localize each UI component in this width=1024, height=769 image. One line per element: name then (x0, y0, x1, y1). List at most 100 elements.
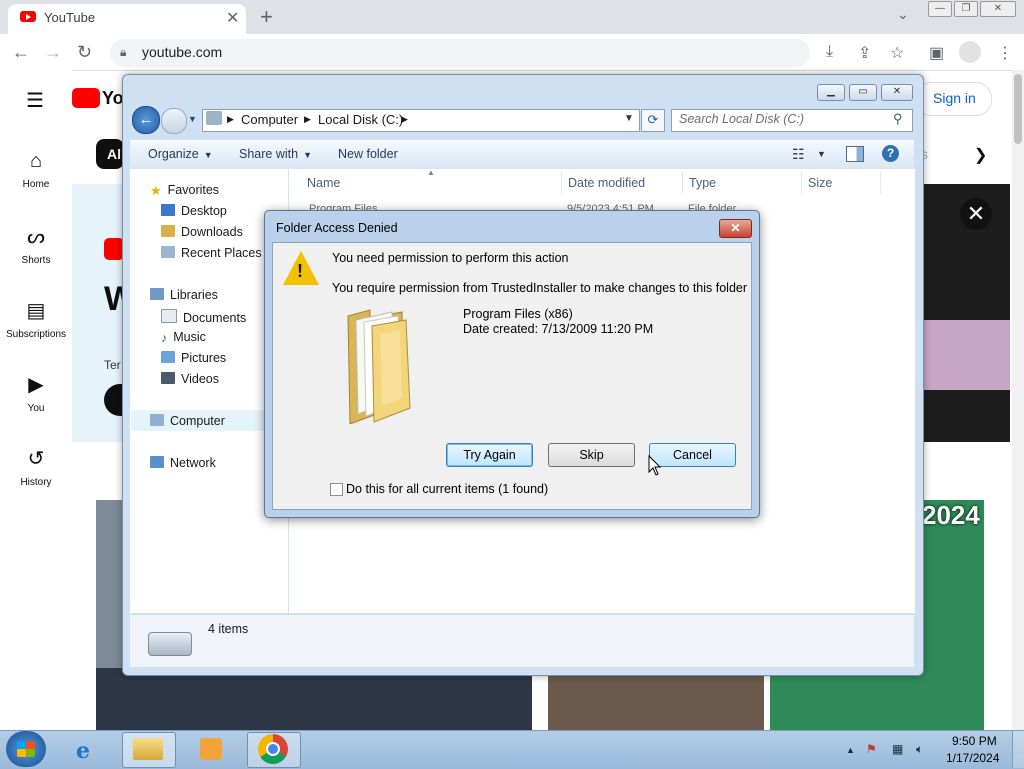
forward-arrow-icon[interactable]: → (44, 42, 62, 63)
nav-network[interactable]: Network (150, 456, 216, 470)
breadcrumb-separator-icon[interactable]: ▶ (401, 114, 408, 125)
video-thumbnail-bottom[interactable] (96, 668, 532, 730)
help-icon[interactable]: ? (882, 145, 899, 162)
explorer-back-icon[interactable]: ← (132, 106, 160, 134)
reload-icon[interactable]: ↻ (77, 42, 92, 63)
refresh-icon[interactable]: ⟳ (641, 109, 665, 132)
browser-close-icon[interactable]: ✕ (980, 1, 1016, 17)
hamburger-menu-icon[interactable]: ☰ (26, 88, 44, 113)
profile-avatar-icon[interactable] (959, 41, 981, 63)
column-header-size[interactable]: Size (808, 176, 832, 190)
nav-recent-places[interactable]: Recent Places (161, 246, 262, 260)
change-view-icon[interactable]: ☷ (792, 146, 805, 163)
search-icon[interactable]: ⚲ (893, 111, 903, 127)
item-date-created: Date created: 7/13/2009 11:20 PM (463, 322, 654, 336)
install-app-icon[interactable]: ⤓ (826, 43, 833, 61)
chip-all-label: Al (107, 146, 121, 162)
nav-pictures[interactable]: Pictures (161, 351, 226, 365)
column-divider[interactable] (801, 172, 802, 194)
tab-search-icon[interactable]: ⌄ (897, 6, 909, 23)
column-divider[interactable] (682, 172, 683, 194)
nav-desktop[interactable]: Desktop (161, 204, 227, 218)
apply-to-all-checkbox[interactable] (330, 483, 343, 496)
nav-downloads[interactable]: Downloads (161, 225, 243, 239)
page-scrollbar[interactable] (1012, 70, 1024, 730)
desktop-icon (161, 204, 175, 216)
close-ad-icon[interactable]: ✕ (960, 198, 992, 230)
network-icon (150, 456, 164, 468)
nav-music[interactable]: ♪ Music (161, 330, 206, 345)
action-center-icon[interactable]: ⚑ (866, 742, 877, 756)
column-header-type[interactable]: Type (689, 176, 716, 190)
share-icon[interactable]: ⇪ (858, 43, 871, 63)
clock-time[interactable]: 9:50 PM (952, 734, 997, 748)
try-again-button[interactable]: Try Again (446, 443, 533, 467)
browser-minimize-icon[interactable]: — (928, 1, 952, 17)
music-icon: ♪ (161, 331, 168, 345)
bookmark-star-icon[interactable]: ☆ (890, 43, 904, 63)
site-info-icon[interactable]: 🔒︎ (120, 45, 126, 60)
view-dropdown-icon[interactable]: ▼ (817, 149, 826, 159)
sidebar-item-subscriptions[interactable]: ▤ Subscriptions (0, 298, 72, 340)
computer-icon (150, 414, 164, 426)
chips-next-icon[interactable]: ❯ (974, 145, 987, 165)
column-divider[interactable] (561, 172, 562, 194)
documents-icon (161, 309, 177, 323)
sidebar-item-shorts[interactable]: ᔕ Shorts (0, 224, 72, 266)
breadcrumb-separator-icon[interactable]: ▶ (227, 114, 234, 125)
new-tab-button[interactable]: + (260, 4, 273, 30)
network-tray-icon[interactable]: ▦ (892, 742, 903, 756)
youtube-logo-text: Yo (102, 88, 124, 108)
sidebar-item-history[interactable]: ↺ History (0, 446, 72, 488)
show-hidden-icons-icon[interactable]: ▲ (846, 745, 855, 755)
back-arrow-icon[interactable]: ← (12, 42, 30, 63)
nav-libraries[interactable]: Libraries (150, 288, 218, 302)
address-dropdown-icon[interactable]: ▼ (624, 113, 634, 124)
share-with-menu[interactable]: Share with ▼ (239, 147, 312, 161)
tab-close-icon[interactable]: ✕ (226, 8, 239, 28)
sidebar-item-you[interactable]: ▶ You (0, 372, 72, 414)
show-desktop-button[interactable] (1012, 731, 1024, 768)
nav-videos[interactable]: Videos (161, 372, 219, 386)
recent-pages-dropdown-icon[interactable]: ▼ (188, 114, 197, 124)
explorer-maximize-icon[interactable]: ▭ (849, 84, 877, 101)
video-thumbnail-food[interactable] (548, 672, 764, 730)
page-scrollbar-thumb[interactable] (1014, 74, 1022, 144)
banner-youtube-icon (104, 238, 124, 260)
sidebar-item-home[interactable]: ⌂ Home (0, 150, 72, 190)
internet-explorer-icon[interactable]: e (76, 738, 90, 764)
explorer-close-icon[interactable]: ✕ (881, 84, 913, 101)
dialog-primary-message: You need permission to perform this acti… (332, 251, 569, 265)
nav-computer[interactable]: Computer (150, 414, 225, 428)
preview-pane-icon[interactable] (846, 146, 864, 162)
column-header-name[interactable]: Name (307, 176, 340, 190)
chrome-menu-icon[interactable]: ⋮ (997, 43, 1013, 63)
breadcrumb-computer[interactable]: Computer (241, 112, 298, 127)
youtube-logo-icon[interactable] (72, 88, 100, 108)
column-header-date[interactable]: Date modified (568, 176, 645, 190)
side-panel-icon[interactable]: ▣ (929, 43, 944, 63)
breadcrumb-local-disk[interactable]: Local Disk (C:) (318, 112, 403, 127)
column-divider[interactable] (880, 172, 881, 194)
explorer-minimize-icon[interactable]: ▁ (817, 84, 845, 101)
new-folder-button[interactable]: New folder (338, 147, 398, 161)
breadcrumb-separator-icon[interactable]: ▶ (304, 114, 311, 125)
chevron-down-icon: ▼ (303, 150, 312, 160)
browser-restore-icon[interactable]: ❐ (954, 1, 978, 17)
url-text[interactable]: youtube.com (142, 44, 222, 60)
media-center-icon[interactable] (200, 738, 222, 760)
clock-date[interactable]: 1/17/2024 (946, 751, 999, 765)
libraries-icon (150, 288, 164, 300)
volume-muted-icon[interactable]: 🔈︎ (916, 742, 923, 757)
nav-favorites[interactable]: ★ Favorites (150, 183, 219, 198)
banner-text: Ter (104, 358, 121, 372)
subscriptions-icon: ▤ (26, 300, 46, 322)
nav-documents[interactable]: Documents (161, 309, 246, 325)
shorts-icon: ᔕ (27, 226, 45, 248)
explorer-forward-icon[interactable] (161, 108, 187, 134)
apply-to-all-label[interactable]: Do this for all current items (1 found) (346, 482, 548, 496)
dialog-close-icon[interactable]: ✕ (719, 219, 752, 238)
skip-button[interactable]: Skip (548, 443, 635, 467)
cancel-button[interactable]: Cancel (649, 443, 736, 467)
organize-menu[interactable]: Organize ▼ (148, 147, 213, 161)
